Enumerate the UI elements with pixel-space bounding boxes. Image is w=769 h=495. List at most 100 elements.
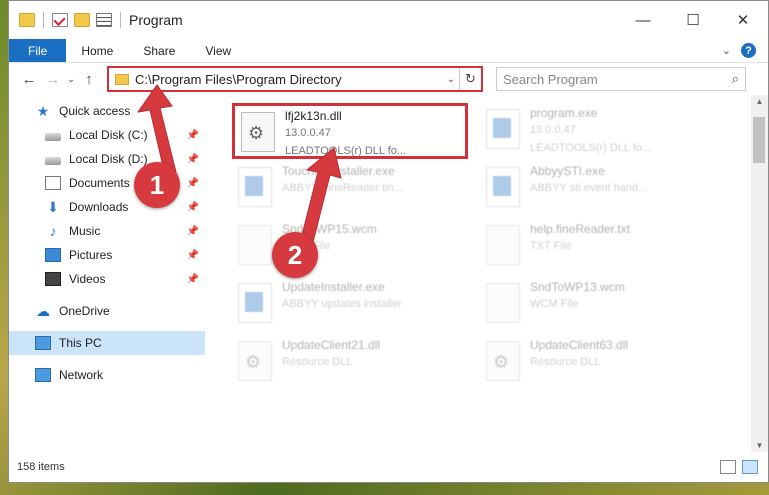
pin-icon[interactable]: 📌	[187, 130, 199, 141]
address-path[interactable]: C:\Program Files\Program Directory	[135, 72, 443, 87]
music-icon: ♪	[49, 223, 57, 239]
tab-share[interactable]: Share	[128, 39, 190, 62]
minimize-button[interactable]: —	[618, 1, 668, 39]
help-icon[interactable]: ?	[741, 43, 756, 58]
onedrive-cloud-icon: ☁	[36, 303, 50, 319]
sidebar-item-this-pc[interactable]: This PC	[9, 331, 205, 355]
file-type: WCM File	[530, 298, 579, 310]
separator	[43, 12, 44, 28]
file-item-highlighted[interactable]: lfj2k13n.dll 13.0.0.47 LEADTOOLS(r) DLL …	[232, 103, 468, 159]
disk-icon	[45, 132, 61, 141]
search-icon[interactable]: ⌕	[732, 71, 739, 87]
sidebar-item-label: Pictures	[69, 248, 113, 262]
properties-check-icon[interactable]	[52, 13, 68, 27]
large-icons-view-icon[interactable]	[742, 460, 758, 474]
pin-icon[interactable]: 📌	[187, 178, 199, 189]
videos-icon	[45, 272, 61, 286]
file-type: TXT File	[530, 240, 572, 252]
sidebar-item-label: Music	[69, 224, 101, 238]
sidebar-item-network[interactable]: Network	[9, 363, 205, 387]
search-input[interactable]: Search Program ⌕	[496, 67, 746, 91]
pin-icon[interactable]: 📌	[187, 274, 199, 285]
recent-locations-chevron-icon[interactable]: ⌄	[65, 74, 77, 85]
file-name: UpdateInstaller.exe	[282, 280, 385, 294]
network-icon	[35, 368, 51, 382]
file-description: ABBYY updates installer	[282, 298, 402, 310]
sidebar-item-label: OneDrive	[59, 304, 110, 318]
scroll-down-icon[interactable]: ▼	[751, 441, 768, 450]
tab-home[interactable]: Home	[66, 39, 128, 62]
file-item[interactable]: help.fineReader.txt TXT File	[480, 219, 716, 275]
customize-toolbar-icon[interactable]	[96, 13, 112, 27]
expand-ribbon-chevron-icon[interactable]: ⌄	[722, 44, 731, 57]
pin-icon[interactable]: 📌	[187, 202, 199, 213]
sidebar-item-label: Downloads	[69, 200, 129, 214]
sidebar-item-label: Quick access	[59, 104, 131, 118]
sidebar-item-quick-access[interactable]: ★ Quick access	[9, 99, 205, 123]
up-arrow-icon[interactable]: ↑	[77, 71, 101, 88]
documents-icon	[45, 176, 61, 190]
window-title: Program	[129, 12, 183, 28]
file-name: UpdateClient21.dll	[282, 338, 381, 352]
tab-view[interactable]: View	[190, 39, 246, 62]
new-folder-icon[interactable]	[74, 13, 90, 27]
sidebar-item-videos[interactable]: Videos 📌	[9, 267, 205, 291]
sidebar-item-label: Videos	[69, 272, 106, 286]
sidebar-item-downloads[interactable]: ⬇ Downloads 📌	[9, 195, 205, 219]
sidebar-item-onedrive[interactable]: ☁ OneDrive	[9, 299, 205, 323]
file-item[interactable]: UpdateClient63.dll Resource DLL	[480, 335, 716, 391]
file-item[interactable]: AbbyySTI.exe ABBYY sti event hand...	[480, 161, 716, 217]
file-name: lfj2k13n.dll	[285, 109, 342, 123]
sidebar-item-music[interactable]: ♪ Music 📌	[9, 219, 205, 243]
pin-icon[interactable]: 📌	[187, 226, 199, 237]
sidebar-item-label: This PC	[59, 336, 102, 350]
status-bar: 158 items	[9, 452, 768, 482]
navigation-pane: ★ Quick access Local Disk (C:) 📌 Local D…	[9, 95, 205, 452]
maximize-button[interactable]: ☐	[668, 1, 718, 39]
file-name: UpdateClient63.dll	[530, 338, 629, 352]
disk-icon	[45, 156, 61, 165]
folder-icon	[19, 13, 35, 27]
sidebar-item-local-disk-d[interactable]: Local Disk (D:) 📌	[9, 147, 205, 171]
file-description: ABBYY FineReader tin...	[282, 182, 403, 194]
star-icon: ★	[36, 103, 50, 119]
sidebar-item-local-disk-c[interactable]: Local Disk (C:) 📌	[9, 123, 205, 147]
file-name: TouchmeInstaller.exe	[282, 164, 395, 178]
dll-gear-icon	[238, 341, 272, 381]
pin-icon[interactable]: 📌	[187, 250, 199, 261]
file-type: Resource DLL	[282, 356, 353, 368]
pin-icon[interactable]: 📌	[187, 154, 199, 165]
tab-file[interactable]: File	[9, 39, 67, 62]
scroll-up-icon[interactable]: ▲	[751, 97, 768, 106]
details-view-icon[interactable]	[720, 460, 736, 474]
file-description: ABBYY sti event hand...	[530, 182, 648, 194]
pictures-icon	[45, 248, 61, 262]
file-item[interactable]: program.exe 13.0.0.47 LEADTOOLS(r) DLL f…	[480, 103, 716, 159]
exe-icon	[238, 283, 272, 323]
close-button[interactable]: ✕	[718, 1, 768, 39]
back-arrow-icon[interactable]: ←	[17, 71, 41, 88]
address-bar[interactable]: C:\Program Files\Program Directory ⌄ ↻	[107, 66, 483, 92]
file-item[interactable]: UpdateClient21.dll Resource DLL	[232, 335, 468, 391]
forward-arrow-icon[interactable]: →	[41, 71, 65, 88]
sidebar-item-pictures[interactable]: Pictures 📌	[9, 243, 205, 267]
vertical-scrollbar[interactable]: ▲ ▼	[751, 95, 768, 452]
dll-gear-icon	[486, 341, 520, 381]
file-icon	[238, 225, 272, 265]
ribbon-right: ⌄ ?	[722, 39, 768, 62]
computer-icon	[35, 336, 51, 350]
file-description: LEADTOOLS(r) DLL fo...	[530, 142, 652, 154]
file-item[interactable]: UpdateInstaller.exe ABBYY updates instal…	[232, 277, 468, 333]
refresh-icon[interactable]: ↻	[459, 68, 481, 90]
title-bar: Program — ☐ ✕	[9, 1, 768, 39]
scrollbar-thumb[interactable]	[753, 117, 765, 163]
exe-icon	[486, 167, 520, 207]
file-name: SndToWP13.wcm	[530, 280, 625, 294]
ribbon-tabs: File Home Share View ⌄ ?	[9, 39, 768, 63]
address-dropdown-icon[interactable]: ⌄	[443, 74, 459, 85]
file-item[interactable]: SndToWP13.wcm WCM File	[480, 277, 716, 333]
file-item[interactable]: SndToWP15.wcm WCM File	[232, 219, 468, 275]
exe-icon	[486, 109, 520, 149]
file-icon	[486, 225, 520, 265]
file-item[interactable]: TouchmeInstaller.exe ABBYY FineReader ti…	[232, 161, 468, 217]
